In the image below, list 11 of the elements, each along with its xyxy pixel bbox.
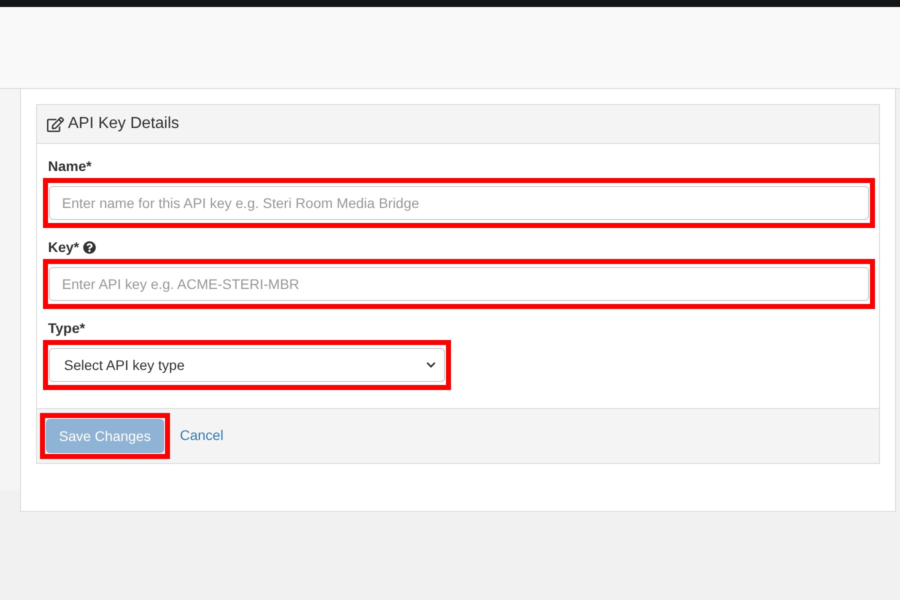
field-label: Type*	[48, 319, 86, 338]
chevron-down-icon	[426, 360, 436, 370]
field-label: Name*	[48, 157, 92, 176]
cancel-link[interactable]: Cancel	[180, 427, 224, 443]
select-dropdown[interactable]: Select API key type	[49, 348, 445, 382]
card-title: API Key Details	[68, 114, 180, 134]
help-icon[interactable]	[83, 241, 96, 254]
input-field[interactable]: Enter name for this API key e.g. Steri Room Media Bridge	[49, 186, 869, 220]
edit-icon	[47, 116, 64, 132]
input-field[interactable]: Enter API key e.g. ACME-STERI-MBR	[49, 267, 869, 301]
field-label: Key*	[48, 238, 80, 257]
